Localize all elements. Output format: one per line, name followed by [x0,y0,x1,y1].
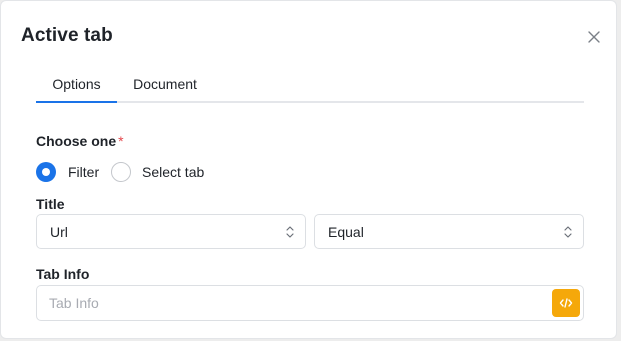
required-mark: * [118,133,124,149]
title-label: Title [36,196,65,212]
tab-document[interactable]: Document [117,66,213,103]
code-icon [559,298,573,308]
title-operator-value: Equal [328,224,364,240]
title-property-value: Url [50,224,68,240]
active-tab-indicator [36,101,117,103]
title-property-select[interactable]: Url [36,214,306,249]
chevron-up-down-icon [286,226,294,238]
dialog-title: Active tab [21,25,113,46]
tab-info-input[interactable] [49,286,549,320]
tab-options[interactable]: Options [36,66,117,103]
choose-one-label: Choose one * [36,133,124,149]
chevron-up-down-icon [564,226,572,238]
radio-filter[interactable] [36,162,56,182]
code-button[interactable] [552,289,580,317]
close-button[interactable] [584,27,604,47]
radio-filter-label: Filter [68,164,100,180]
title-operator-select[interactable]: Equal [314,214,584,249]
choose-one-label-text: Choose one [36,133,117,149]
tab-info-label: Tab Info [36,266,90,282]
tab-info-field [36,285,584,321]
active-tab-dialog: Active tab Options Document Choose one * … [0,0,617,339]
close-icon [588,31,600,43]
radio-select-tab[interactable] [111,162,131,182]
tab-bar: Options Document [36,66,584,103]
radio-select-tab-label: Select tab [142,164,205,180]
